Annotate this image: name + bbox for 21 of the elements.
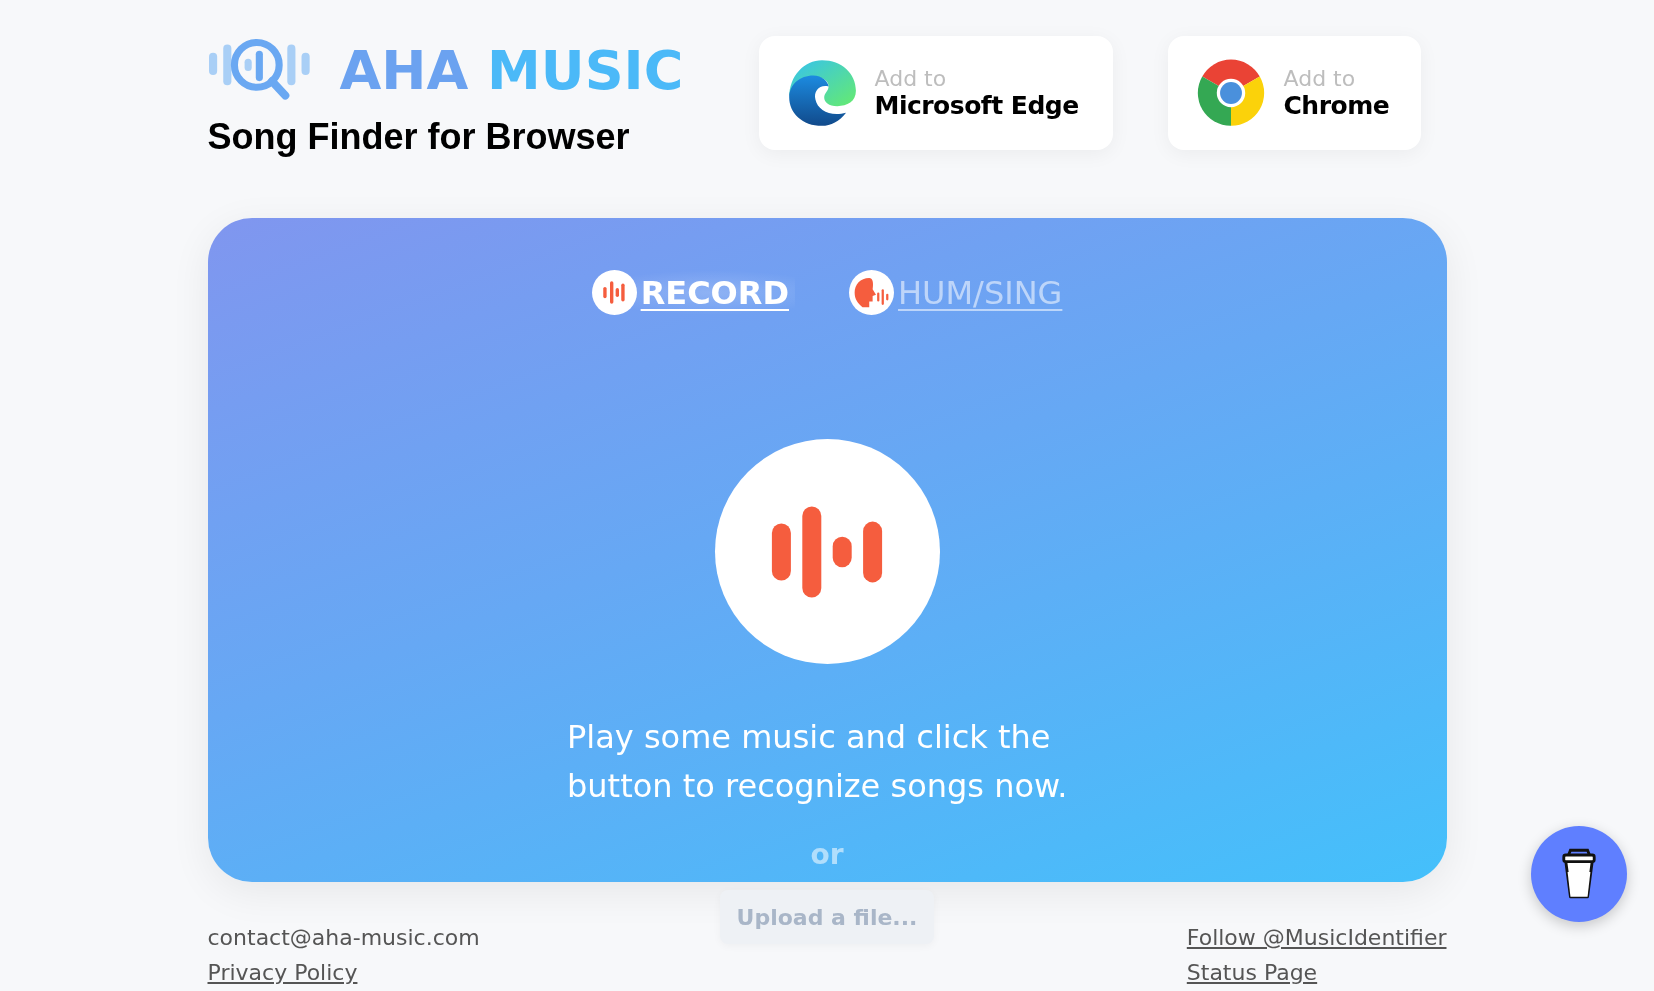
- add-extension-button[interactable]: Add to Chrome: [1167, 36, 1421, 150]
- sound-wave-icon: [770, 503, 884, 600]
- browser-name: Chrome: [1283, 91, 1390, 120]
- add-extension-button[interactable]: Add to Microsoft Edge: [758, 36, 1113, 150]
- ext-prefix: Add to: [1283, 66, 1357, 91]
- chrome-logo-icon: [1195, 58, 1266, 128]
- footer-link[interactable]: Follow @MusicIdentifier: [1186, 922, 1447, 954]
- contact-email[interactable]: contact@aha-music.com: [207, 922, 480, 954]
- footer-link[interactable]: Privacy Policy: [207, 957, 480, 989]
- instruction-text: Play some music and click the button to recognize songs now.: [567, 717, 1069, 807]
- logo-text: AHA MUSIC: [339, 44, 684, 98]
- edge-logo-icon: [786, 58, 857, 128]
- tagline: Song Finder for Browser: [207, 116, 631, 158]
- browser-name: Microsoft Edge: [874, 91, 1079, 120]
- coffee-cup-button[interactable]: [1531, 826, 1627, 922]
- or-separator: or: [810, 838, 844, 872]
- coffee-cup-icon: [1560, 847, 1598, 901]
- singing-head-icon: [849, 270, 894, 315]
- ext-prefix: Add to: [874, 66, 948, 91]
- sound-wave-icon: [591, 270, 637, 315]
- footer-link[interactable]: Status Page: [1186, 957, 1447, 989]
